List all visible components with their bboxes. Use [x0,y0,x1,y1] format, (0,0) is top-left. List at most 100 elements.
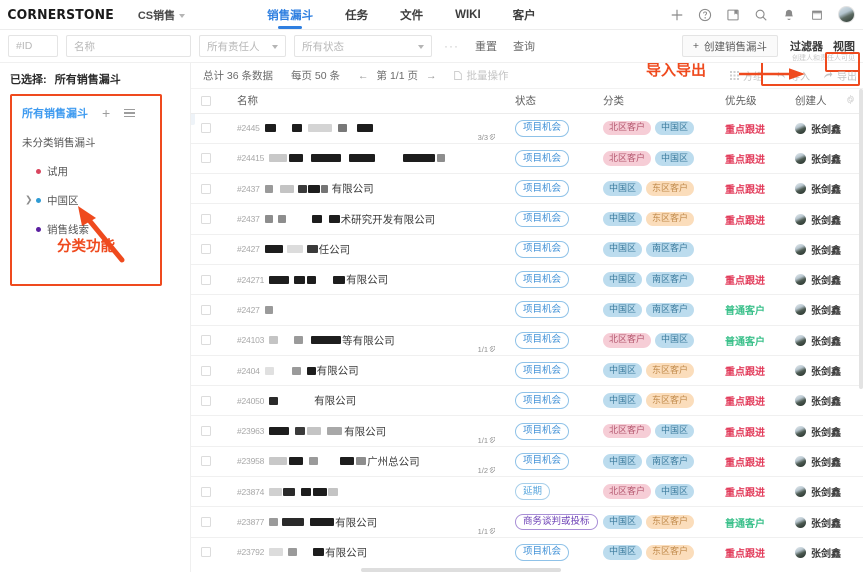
row-checkbox[interactable] [201,547,211,558]
row-name-cell[interactable]: #23792 有限公司 [227,537,505,568]
filter-menu-button[interactable]: 过滤器 [790,38,823,54]
view-menu-button[interactable]: 视图 [833,38,855,54]
row-name-cell[interactable]: #23874 [227,476,505,508]
row-select-cell [191,355,227,387]
redacted-name [264,305,277,314]
nav-tab-sales-funnel[interactable]: 销售漏斗 [251,0,329,30]
row-name-cell[interactable]: #23877 有限公司 1/1 [227,506,505,538]
batch-operation-button[interactable]: 批量操作 [454,68,508,83]
sidebar-item-uncategorized[interactable]: 未分类销售漏斗 [12,135,160,150]
row-name-cell[interactable]: #2427 任公司 [227,234,505,265]
row-checkbox[interactable] [201,426,211,437]
row-name-cell[interactable]: #2445 3/3 [227,113,505,144]
table-row[interactable]: #24103 等有限公司 1/1 项目机会 北区客户 中国区 普通客户 张剑鑫 [191,325,863,356]
table-row[interactable]: #24271 有限公司 项目机会 中国区 南区客户 重点跟进 张剑鑫 [191,264,863,296]
create-funnel-button[interactable]: + 创建销售漏斗 [681,35,778,57]
row-checkbox[interactable] [201,335,211,346]
row-checkbox[interactable] [201,244,211,255]
id-search-input[interactable]: #ID [8,35,58,57]
help-icon[interactable] [698,8,712,22]
sidebar-item-all-funnels[interactable]: 所有销售漏斗 [22,105,88,121]
table-row[interactable]: #2404 有限公司 项目机会 中国区 东区客户 重点跟进 张剑鑫 [191,355,863,387]
add-category-icon[interactable]: + [102,106,110,120]
priority-label: 重点跟进 [725,276,765,288]
row-checkbox[interactable] [201,123,211,134]
query-button[interactable]: 查询 [513,38,535,54]
row-name-cell[interactable]: #24415 [227,143,505,175]
table-row[interactable]: #2445 3/3 项目机会 北区客户 中国区 重点跟进 张剑鑫 [191,113,863,144]
row-checkbox[interactable] [201,304,211,315]
row-name-cell[interactable]: #24271 有限公司 [227,264,505,296]
row-checkbox[interactable] [201,395,211,406]
horizontal-scrollbar[interactable] [191,567,863,572]
table-row[interactable]: #2427 任公司 项目机会 中国区 南区客户 张剑鑫 [191,234,863,265]
row-name-cell[interactable]: #24103 等有限公司 1/1 [227,325,505,356]
user-avatar[interactable] [838,6,855,23]
vertical-scrollbar[interactable] [858,89,863,572]
attachment-indicator[interactable]: 1/1 [478,345,495,354]
more-filters-icon[interactable]: ··· [444,39,459,53]
status-filter-select[interactable]: 所有状态 [294,35,432,57]
owner-filter-select[interactable]: 所有责任人 [199,35,286,57]
row-name-cell[interactable]: #2437 有限公司 [227,173,505,205]
row-checkbox[interactable] [201,214,211,225]
table-row[interactable]: #2437 有限公司 项目机会 中国区 东区客户 重点跟进 张剑鑫 [191,173,863,205]
column-header-creator[interactable]: 创建人 [785,89,863,114]
calendar-icon[interactable] [810,8,824,22]
column-header-status[interactable]: 状态 [505,89,593,114]
nav-tab-tasks[interactable]: 任务 [329,0,384,30]
row-checkbox[interactable] [201,153,211,164]
nav-tab-customers[interactable]: 客户 [497,0,552,30]
row-name-cell[interactable]: #23963 有限公司 1/1 [227,415,505,447]
attachment-indicator[interactable]: 1/2 [478,466,495,475]
table-row[interactable]: #24415 项目机会 北区客户 中国区 重点跟进 张剑鑫 [191,143,863,175]
page-size-label[interactable]: 每页 50 条 [291,68,340,83]
attachment-indicator[interactable]: 3/3 [478,133,495,142]
nav-tab-files[interactable]: 文件 [384,0,439,30]
table-row[interactable]: #23958 广州总公司 1/2 项目机会 中国区 南区客户 重点跟进 张剑鑫 [191,446,863,478]
table-row[interactable]: #24050 有限公司 项目机会 中国区 东区客户 重点跟进 张剑鑫 [191,385,863,417]
bell-icon[interactable] [782,8,796,22]
workspace-selector[interactable]: CS销售 [138,7,186,23]
plus-icon[interactable] [670,8,684,22]
row-checkbox[interactable] [201,365,211,376]
attachment-indicator[interactable]: 1/1 [478,436,495,445]
book-icon[interactable] [726,8,740,22]
column-header-priority[interactable]: 优先级 [715,89,785,114]
select-all-checkbox[interactable] [201,95,211,106]
table-row[interactable]: #23792 有限公司 项目机会 中国区 东区客户 重点跟进 张剑鑫 [191,537,863,568]
row-checkbox[interactable] [201,486,211,497]
row-name-cell[interactable]: #24050 有限公司 [227,385,505,417]
column-header-category[interactable]: 分类 [593,89,715,114]
row-name-cell[interactable]: #2437 术研究开发有限公司 [227,203,505,235]
table-row[interactable]: #23877 有限公司 1/1 商务谈判或投标 中国区 东区客户 普通客户 张剑鑫 [191,506,863,538]
column-header-name[interactable]: 名称 [227,89,505,114]
sidebar-item-trial[interactable]: 试用 [12,164,160,179]
category-menu-icon[interactable] [124,109,136,117]
row-name-cell[interactable]: #2404 有限公司 [227,355,505,387]
chevron-right-icon[interactable]: ❯ [25,195,33,206]
export-button[interactable]: 导出 [823,68,857,83]
prev-page-button[interactable]: ← [358,70,369,82]
gear-icon[interactable] [846,94,855,107]
horizontal-scroll-thumb[interactable] [361,567,561,572]
row-checkbox[interactable] [201,274,211,285]
search-icon[interactable] [754,8,768,22]
row-name-cell[interactable]: #23958 广州总公司 1/2 [227,446,505,478]
table-row[interactable]: #2437 术研究开发有限公司 项目机会 中国区 东区客户 重点跟进 张剑鑫 [191,203,863,235]
table-row[interactable]: #23874 延期 北区客户 中国区 重点跟进 张剑鑫 [191,476,863,508]
row-checkbox[interactable] [201,183,211,194]
table-row[interactable]: #2427 项目机会 中国区 南区客户 普通客户 张剑鑫 [191,294,863,326]
row-name-cell[interactable]: #2427 [227,294,505,326]
row-checkbox[interactable] [201,517,211,527]
attachment-indicator[interactable]: 1/1 [478,527,495,536]
row-checkbox[interactable] [201,456,211,467]
table-row[interactable]: #23963 有限公司 1/1 项目机会 北区客户 中国区 重点跟进 张剑鑫 [191,415,863,447]
name-search-input[interactable]: 名称 [66,35,191,57]
nav-tab-wiki[interactable]: WIKI [439,0,497,30]
vertical-scroll-thumb[interactable] [858,89,863,389]
sidebar-item-china-region[interactable]: ❯ 中国区 [12,193,160,208]
reset-button[interactable]: 重置 [475,38,497,54]
category-dot-icon [36,227,41,232]
next-page-button[interactable]: → [426,70,437,82]
